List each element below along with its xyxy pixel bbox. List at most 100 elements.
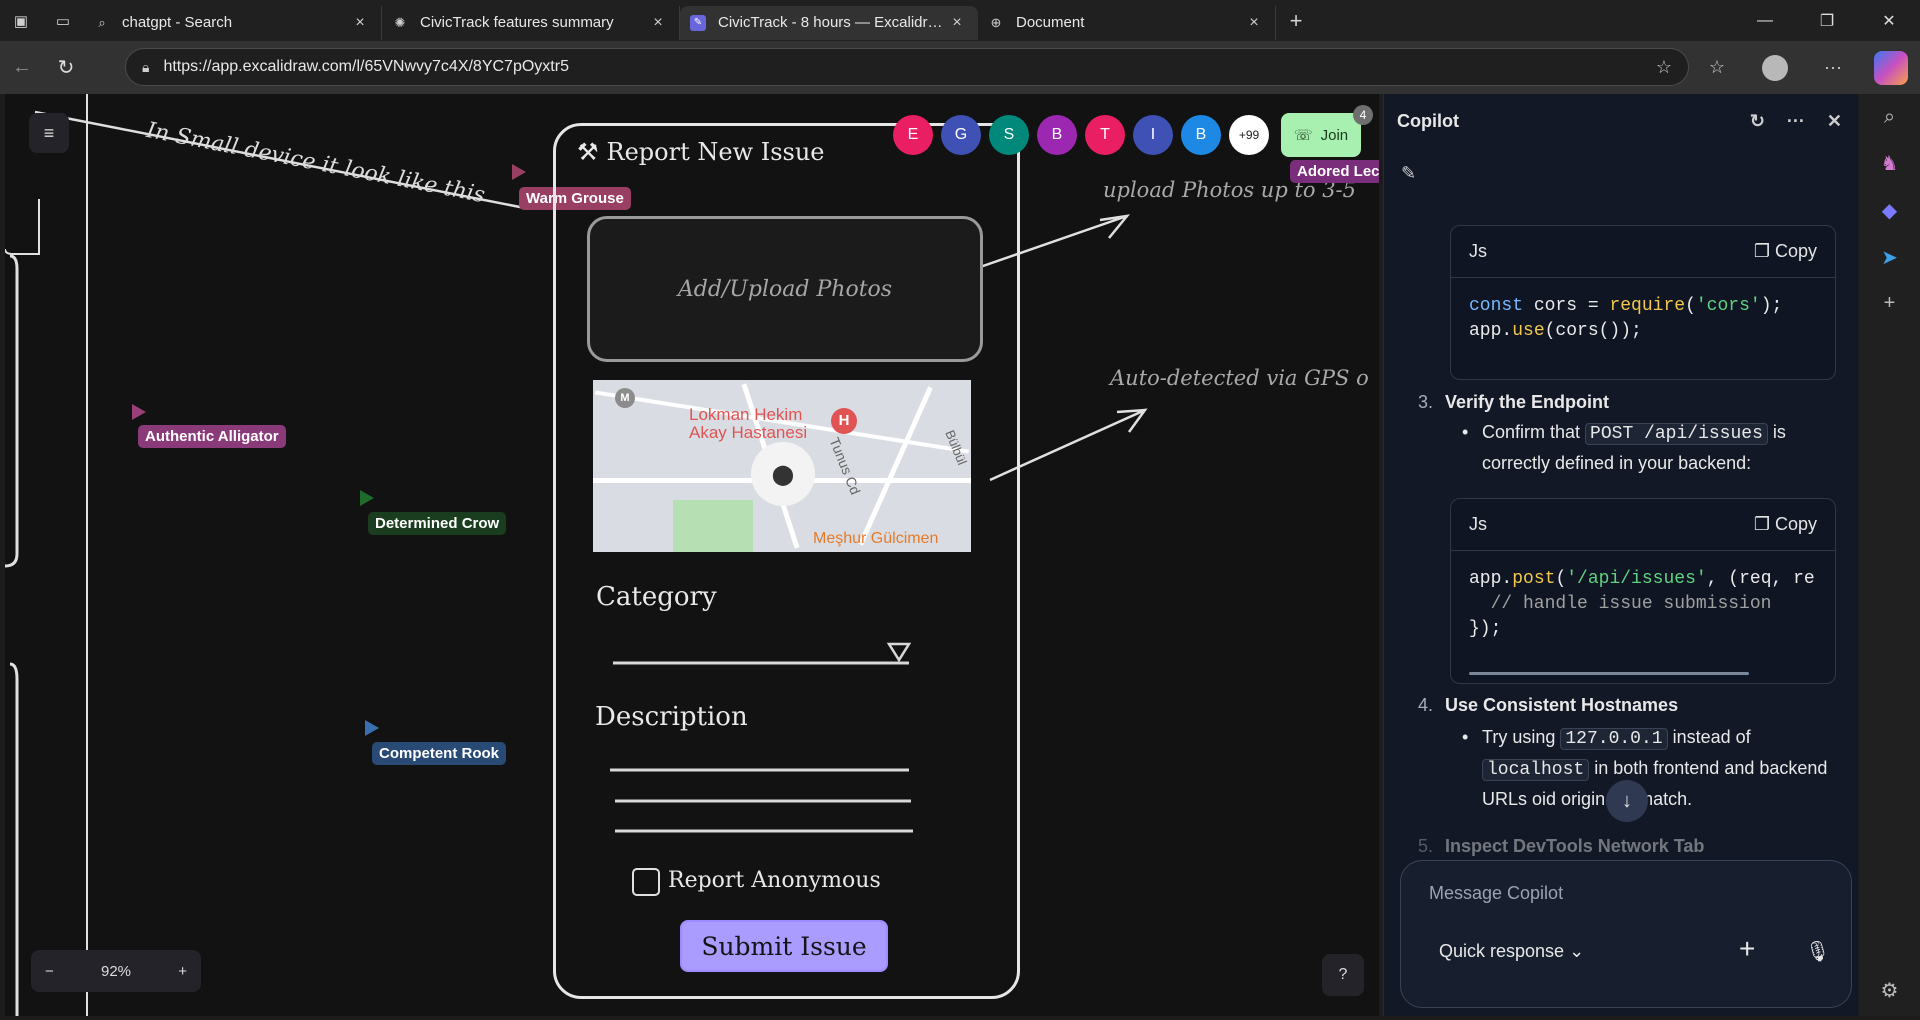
cursor-competent-rook (365, 720, 379, 736)
main-menu-button[interactable]: ≡ (29, 113, 69, 153)
message-input[interactable]: Message Copilot (1429, 883, 1563, 904)
tab-civictrack-summary[interactable]: ✺ CivicTrack features summary × (382, 5, 680, 40)
copy-icon: ❐ (1753, 241, 1775, 261)
favorites-icon[interactable]: ☆ (1688, 57, 1746, 78)
avatar-overflow[interactable]: +99 (1229, 115, 1269, 155)
favorite-star-icon[interactable]: ☆ (1656, 57, 1672, 78)
refresh-icon[interactable]: ↻ (44, 48, 88, 88)
games-icon[interactable]: ♞ (1881, 151, 1899, 176)
profile-avatar[interactable] (1746, 54, 1804, 81)
upload-label: Add/Upload Photos (677, 276, 893, 302)
avatar[interactable]: E (893, 115, 933, 155)
add-app-icon[interactable]: + (1884, 292, 1896, 315)
search-icon[interactable]: ⌕ (1884, 106, 1895, 129)
copy-button[interactable]: ❐ Copy (1754, 514, 1817, 535)
tab-excalidraw[interactable]: ✎ CivicTrack - 8 hours — Excalidraw × (680, 5, 978, 40)
submit-issue-button[interactable]: Submit Issue (680, 920, 888, 972)
workspaces-icon[interactable]: ▣ (0, 0, 42, 41)
address-toolbar: ← ↻ 🔒︎ https://app.excalidraw.com/l/65VN… (0, 41, 1920, 94)
join-label: Join (1320, 126, 1349, 144)
more-icon[interactable]: ··· (1804, 57, 1862, 78)
code-block-cors: Js ❐ Copy const cors = require('cors'); … (1450, 225, 1836, 380)
tab-chatgpt-search[interactable]: ⌕ chatgpt - Search × (84, 5, 382, 40)
avatar[interactable]: B (1181, 115, 1221, 155)
tab-title: CivicTrack features summary (420, 14, 614, 31)
url-text: https://app.excalidraw.com/l/65VNwvy7c4X… (163, 58, 569, 75)
excalidraw-icon: ✎ (690, 14, 706, 31)
zoom-level[interactable]: 92% (101, 963, 131, 980)
toolbar-right: ☆ ··· (1688, 41, 1920, 94)
new-chat-icon[interactable]: ✎ (1401, 163, 1416, 184)
scroll-down-button[interactable]: ↓ (1606, 780, 1648, 822)
avatar[interactable]: S (989, 115, 1029, 155)
close-icon[interactable]: × (349, 14, 371, 32)
close-icon[interactable]: × (1243, 14, 1265, 32)
settings-gear-icon[interactable]: ⚙ (1881, 978, 1899, 1003)
vertical-tabs-icon[interactable]: ▭ (42, 0, 84, 41)
avatar[interactable]: G (941, 115, 981, 155)
upload-photos-box[interactable]: Add/Upload Photos (587, 216, 983, 362)
lock-icon[interactable]: 🔒︎ (142, 59, 149, 76)
avatar[interactable]: I (1133, 115, 1173, 155)
help-icon[interactable]: ? (1322, 954, 1364, 996)
search-icon: ⌕ (98, 14, 106, 30)
minimize-icon[interactable]: — (1734, 0, 1796, 41)
avatar[interactable]: T (1085, 115, 1125, 155)
new-tab-button[interactable]: + (1276, 8, 1316, 34)
description-label: Description (595, 702, 748, 732)
add-attachment-button[interactable]: + (1739, 933, 1755, 965)
copilot-button[interactable] (1862, 50, 1920, 85)
excalidraw-canvas[interactable]: ≡ In Small device it look like this uplo… (5, 94, 1379, 1016)
code-scrollbar[interactable] (1469, 672, 1749, 675)
message-composer[interactable]: Message Copilot Quick response ⌄ + 🎙︎ (1400, 860, 1852, 1008)
tab-title: chatgpt - Search (122, 14, 233, 31)
code-block-post: Js ❐ Copy app.post('/api/issues', (req, … (1450, 498, 1836, 684)
tab-title: CivicTrack - 8 hours — Excalidraw (718, 14, 946, 31)
chevron-down-icon: ⌄ (1569, 941, 1585, 961)
chatgpt-icon: ✺ (394, 14, 406, 30)
hospital-icon: H (831, 408, 857, 434)
location-map[interactable]: M Lokman Hekim Akay Hastanesi H Tunus Cd… (593, 380, 971, 552)
avatar[interactable]: B (1037, 115, 1077, 155)
more-icon[interactable]: ··· (1787, 111, 1805, 132)
location-pin-icon[interactable]: ⬤ (751, 442, 815, 506)
zoom-in-button[interactable]: + (178, 963, 187, 980)
copilot-app-icon[interactable]: ◆ (1882, 198, 1897, 223)
globe-icon: ⊕ (990, 14, 1002, 30)
anonymous-checkbox[interactable] (632, 868, 660, 896)
map-place-label: Meşhur Gülcimen (813, 530, 939, 547)
step-5: 5. Inspect DevTools Network Tab (1418, 836, 1705, 856)
collaborator-label: Determined Crow (368, 512, 507, 535)
collaborator-label: Adored Lec (1290, 160, 1379, 183)
code-lang: Js (1469, 514, 1487, 534)
copilot-title: Copilot (1397, 110, 1459, 131)
phone-icon: ☏ (1293, 127, 1313, 144)
close-icon[interactable]: × (946, 14, 968, 32)
copy-button[interactable]: ❐ Copy (1754, 241, 1817, 262)
copy-icon: ❐ (1753, 514, 1775, 534)
refresh-icon[interactable]: ↻ (1750, 111, 1765, 132)
join-call-button[interactable]: ☏ Join (1281, 113, 1361, 157)
quick-response-dropdown[interactable]: Quick response ⌄ (1439, 941, 1584, 962)
tab-document[interactable]: ⊕ Document × (978, 5, 1276, 40)
zoom-controls: − 92% + (31, 950, 201, 992)
telegram-icon[interactable]: ➤ (1881, 245, 1898, 270)
address-field[interactable]: 🔒︎ https://app.excalidraw.com/l/65VNwvy7… (125, 48, 1689, 86)
step-4-bullet: Try using 127.0.0.1 instead of localhost… (1462, 723, 1842, 814)
microphone-icon[interactable]: 🎙︎ (1805, 939, 1830, 964)
close-icon[interactable]: × (647, 14, 669, 32)
cursor-determined-crow (360, 490, 374, 506)
zoom-out-button[interactable]: − (45, 963, 54, 980)
submit-label: Submit Issue (701, 931, 867, 961)
back-icon[interactable]: ← (0, 48, 44, 88)
form-title: ⚒ Report New Issue (577, 138, 825, 166)
close-icon[interactable]: ✕ (1827, 111, 1842, 132)
copilot-panel: Copilot ↻ ··· ✕ ✎ Js ❐ Copy const cors =… (1383, 94, 1858, 1016)
close-window-icon[interactable]: ✕ (1858, 0, 1920, 41)
restore-icon[interactable]: ❐ (1796, 0, 1858, 41)
step-3-bullet: Confirm that POST /api/issues is correct… (1462, 418, 1842, 478)
tab-title: Document (1016, 14, 1085, 31)
code-body: app.post('/api/issues', (req, re // hand… (1469, 569, 1815, 639)
browser-tab-bar: ▣ ▭ ⌕ chatgpt - Search × ✺ CivicTrack fe… (0, 0, 1920, 41)
cursor-warm-grouse (512, 164, 526, 180)
